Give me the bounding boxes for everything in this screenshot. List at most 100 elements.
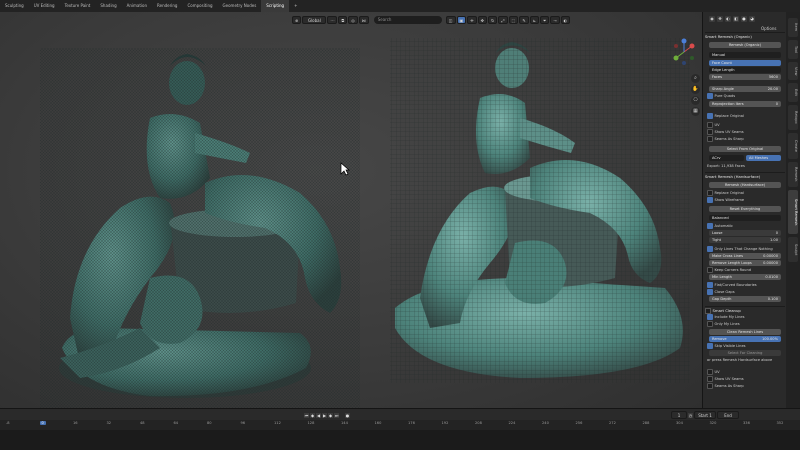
gizmo-toggle-icon[interactable]: ✥ [717,16,723,22]
view-icon[interactable]: ◫ [445,16,456,24]
remove-field[interactable]: Remove 100.00% [709,336,781,342]
make-cross-field[interactable]: Make Cross Lines 0.00000 [709,253,781,259]
pure-quads-checkbox[interactable] [707,93,713,99]
3d-viewport[interactable]: ⊕ Global ⋯ ⧉ ◎ ⋈ Search ◫ ▣ ✛ ✥ ↻ ⤢ ⬚ ✎ … [0,12,702,408]
shading-solid-icon[interactable]: ● [741,16,747,22]
only-my-lines-row[interactable]: Only My Lines [707,321,783,327]
clean-remesh-lines-button[interactable]: Clean Remesh Lines [709,329,781,335]
seams-as-sharp-checkbox[interactable] [707,136,713,142]
workspace-tab[interactable]: UV Editing [29,0,60,12]
sidebar-tab[interactable]: Smart Remesh [788,189,798,235]
remove-length-field[interactable]: Remove Length Loops 0.00000 [709,260,781,266]
workspace-tab[interactable]: Sculpting [0,0,29,12]
keep-corners-row[interactable]: Keep Corners Round [707,267,783,273]
sharp-angle-field[interactable]: Sharp Angle 20.00 [709,86,781,92]
record-icon[interactable]: ● [345,412,350,418]
sidebar-tab[interactable]: Retopo [788,105,798,131]
show-wireframe-row[interactable]: Show Wireframe [707,197,783,203]
close-gaps-row[interactable]: Close Gaps [707,289,783,295]
prev-keyframe-icon[interactable]: ◆ [310,412,315,418]
overlay-toggle-icon[interactable]: ◐ [725,16,731,22]
pivot-icon[interactable]: ⋯ [327,16,338,24]
keep-corners-checkbox[interactable] [707,267,713,273]
seams-as-sharp-2-checkbox[interactable] [707,383,713,389]
clock-icon[interactable]: ◷ [688,412,693,418]
min-length-field[interactable]: Min Length 0.0100 [709,274,781,280]
navigation-gizmo[interactable] [670,38,698,66]
uv-2-row[interactable]: UV [707,369,783,375]
next-keyframe-icon[interactable]: ◆ [328,412,333,418]
seams-as-sharp-2-row[interactable]: Seams As Sharp [707,383,783,389]
close-gaps-checkbox[interactable] [707,289,713,295]
automatic-checkbox[interactable] [707,223,713,229]
current-frame-field[interactable]: 1 [671,411,687,419]
replace-original-2-checkbox[interactable] [707,190,713,196]
shading-material-icon[interactable]: ◕ [749,16,755,22]
remesh-organic-button[interactable]: Remesh (Organic) [709,42,781,48]
play-reverse-icon[interactable]: ◀ [316,412,321,418]
orientation-dropdown[interactable]: Global [302,16,327,24]
face-count-option[interactable]: Face Count [709,60,781,66]
reprojection-field[interactable]: Reprojection Iters 0 [709,101,781,107]
workspace-tab[interactable]: Compositing [182,0,217,12]
sidebar-tab[interactable]: Sculpt [788,237,798,263]
move-tool-icon[interactable]: ✥ [477,16,487,24]
sidebar-tab[interactable]: Item [788,18,798,37]
replace-original-2-row[interactable]: Replace Original [707,190,783,196]
select-from-original-button[interactable]: Select From Original [709,146,781,152]
replace-original-checkbox[interactable] [707,113,713,119]
play-icon[interactable]: ▶ [322,412,327,418]
section-smart-cleanup[interactable]: Smart Cleanup [705,306,785,314]
flat-curved-row[interactable]: Flat/Curved Boundaries [707,282,783,288]
xray-icon[interactable]: ◧ [733,16,739,22]
seams-as-sharp-row[interactable]: Seams As Sharp [707,136,783,142]
flat-curved-checkbox[interactable] [707,282,713,288]
show-uv-seams-row[interactable]: Show UV Seams [707,129,783,135]
pure-quads-row[interactable]: Pure Quads [707,93,783,99]
uv-checkbox[interactable] [707,122,713,128]
section-smart-remesh-hardsurface[interactable]: Smart Remesh (Hardsurface) [705,172,785,180]
show-wireframe-checkbox[interactable] [707,197,713,203]
edge-length-option[interactable]: Edge Length [709,67,781,73]
show-uv-seams-2-row[interactable]: Show UV Seams [707,376,783,382]
transform-tool-icon[interactable]: ⬚ [508,16,519,24]
start-frame-field[interactable]: Start 1 [694,411,716,419]
select-box-icon[interactable]: ▣ [456,16,467,24]
camera-icon[interactable]: ⎔ [691,96,700,105]
faces-field[interactable]: Faces 5600 [709,74,781,80]
ortho-grid-icon[interactable]: ▦ [691,107,700,116]
sidebar-tab[interactable]: Remesh [788,161,798,187]
frame-ruler[interactable]: -8 0 16 32 48 64 80 96 112 128 144 160 176 192 208 224 2… [0,420,800,430]
section-smart-remesh-organic[interactable]: Smart Remesh (Organic) [705,32,785,40]
overlay-icon[interactable]: ◐ [560,16,571,24]
workspace-tab[interactable]: + [289,0,302,12]
sidebar-tab[interactable]: Tool [788,39,798,59]
measure-tool-icon[interactable]: ⊾ [529,16,540,24]
show-uv-seams-2-checkbox[interactable] [707,376,713,382]
rotate-tool-icon[interactable]: ↻ [488,16,498,24]
original-sculpture-mesh[interactable] [40,48,360,408]
annotate-tool-icon[interactable]: ✎ [519,16,529,24]
proportional-icon[interactable]: ◎ [348,16,358,24]
snap-icon[interactable]: ⧉ [338,16,348,24]
gap-depth-field[interactable]: Gap Depth 0.100 [709,296,781,302]
mode-left-button[interactable]: ACrv [709,155,744,161]
scale-tool-icon[interactable]: ⤢ [498,16,508,24]
timeline-body[interactable] [0,430,800,450]
loose-field[interactable]: Loose 0 [709,230,781,236]
include-my-lines-checkbox[interactable] [707,314,713,320]
mode-right-button[interactable]: All Meshes [746,155,781,161]
uv-2-checkbox[interactable] [707,369,713,375]
sidebar-tab[interactable]: Create [788,133,798,159]
sidebar-tab[interactable]: View [788,61,798,81]
include-my-lines-row[interactable]: Include My Lines [707,314,783,320]
tight-field[interactable]: Tight 1.00 [709,237,781,243]
replace-original-row[interactable]: Replace Original [707,113,783,119]
method-dropdown[interactable]: Manual [709,52,781,58]
orientation-icon[interactable]: ⊕ [292,16,302,24]
only-my-lines-checkbox[interactable] [707,321,713,327]
sidebar-tab[interactable]: Edit [788,83,798,103]
workspace-tab[interactable]: Scripting [261,0,290,12]
smart-cleanup-checkbox[interactable] [705,308,711,314]
end-frame-field[interactable]: End 250 [717,411,739,426]
